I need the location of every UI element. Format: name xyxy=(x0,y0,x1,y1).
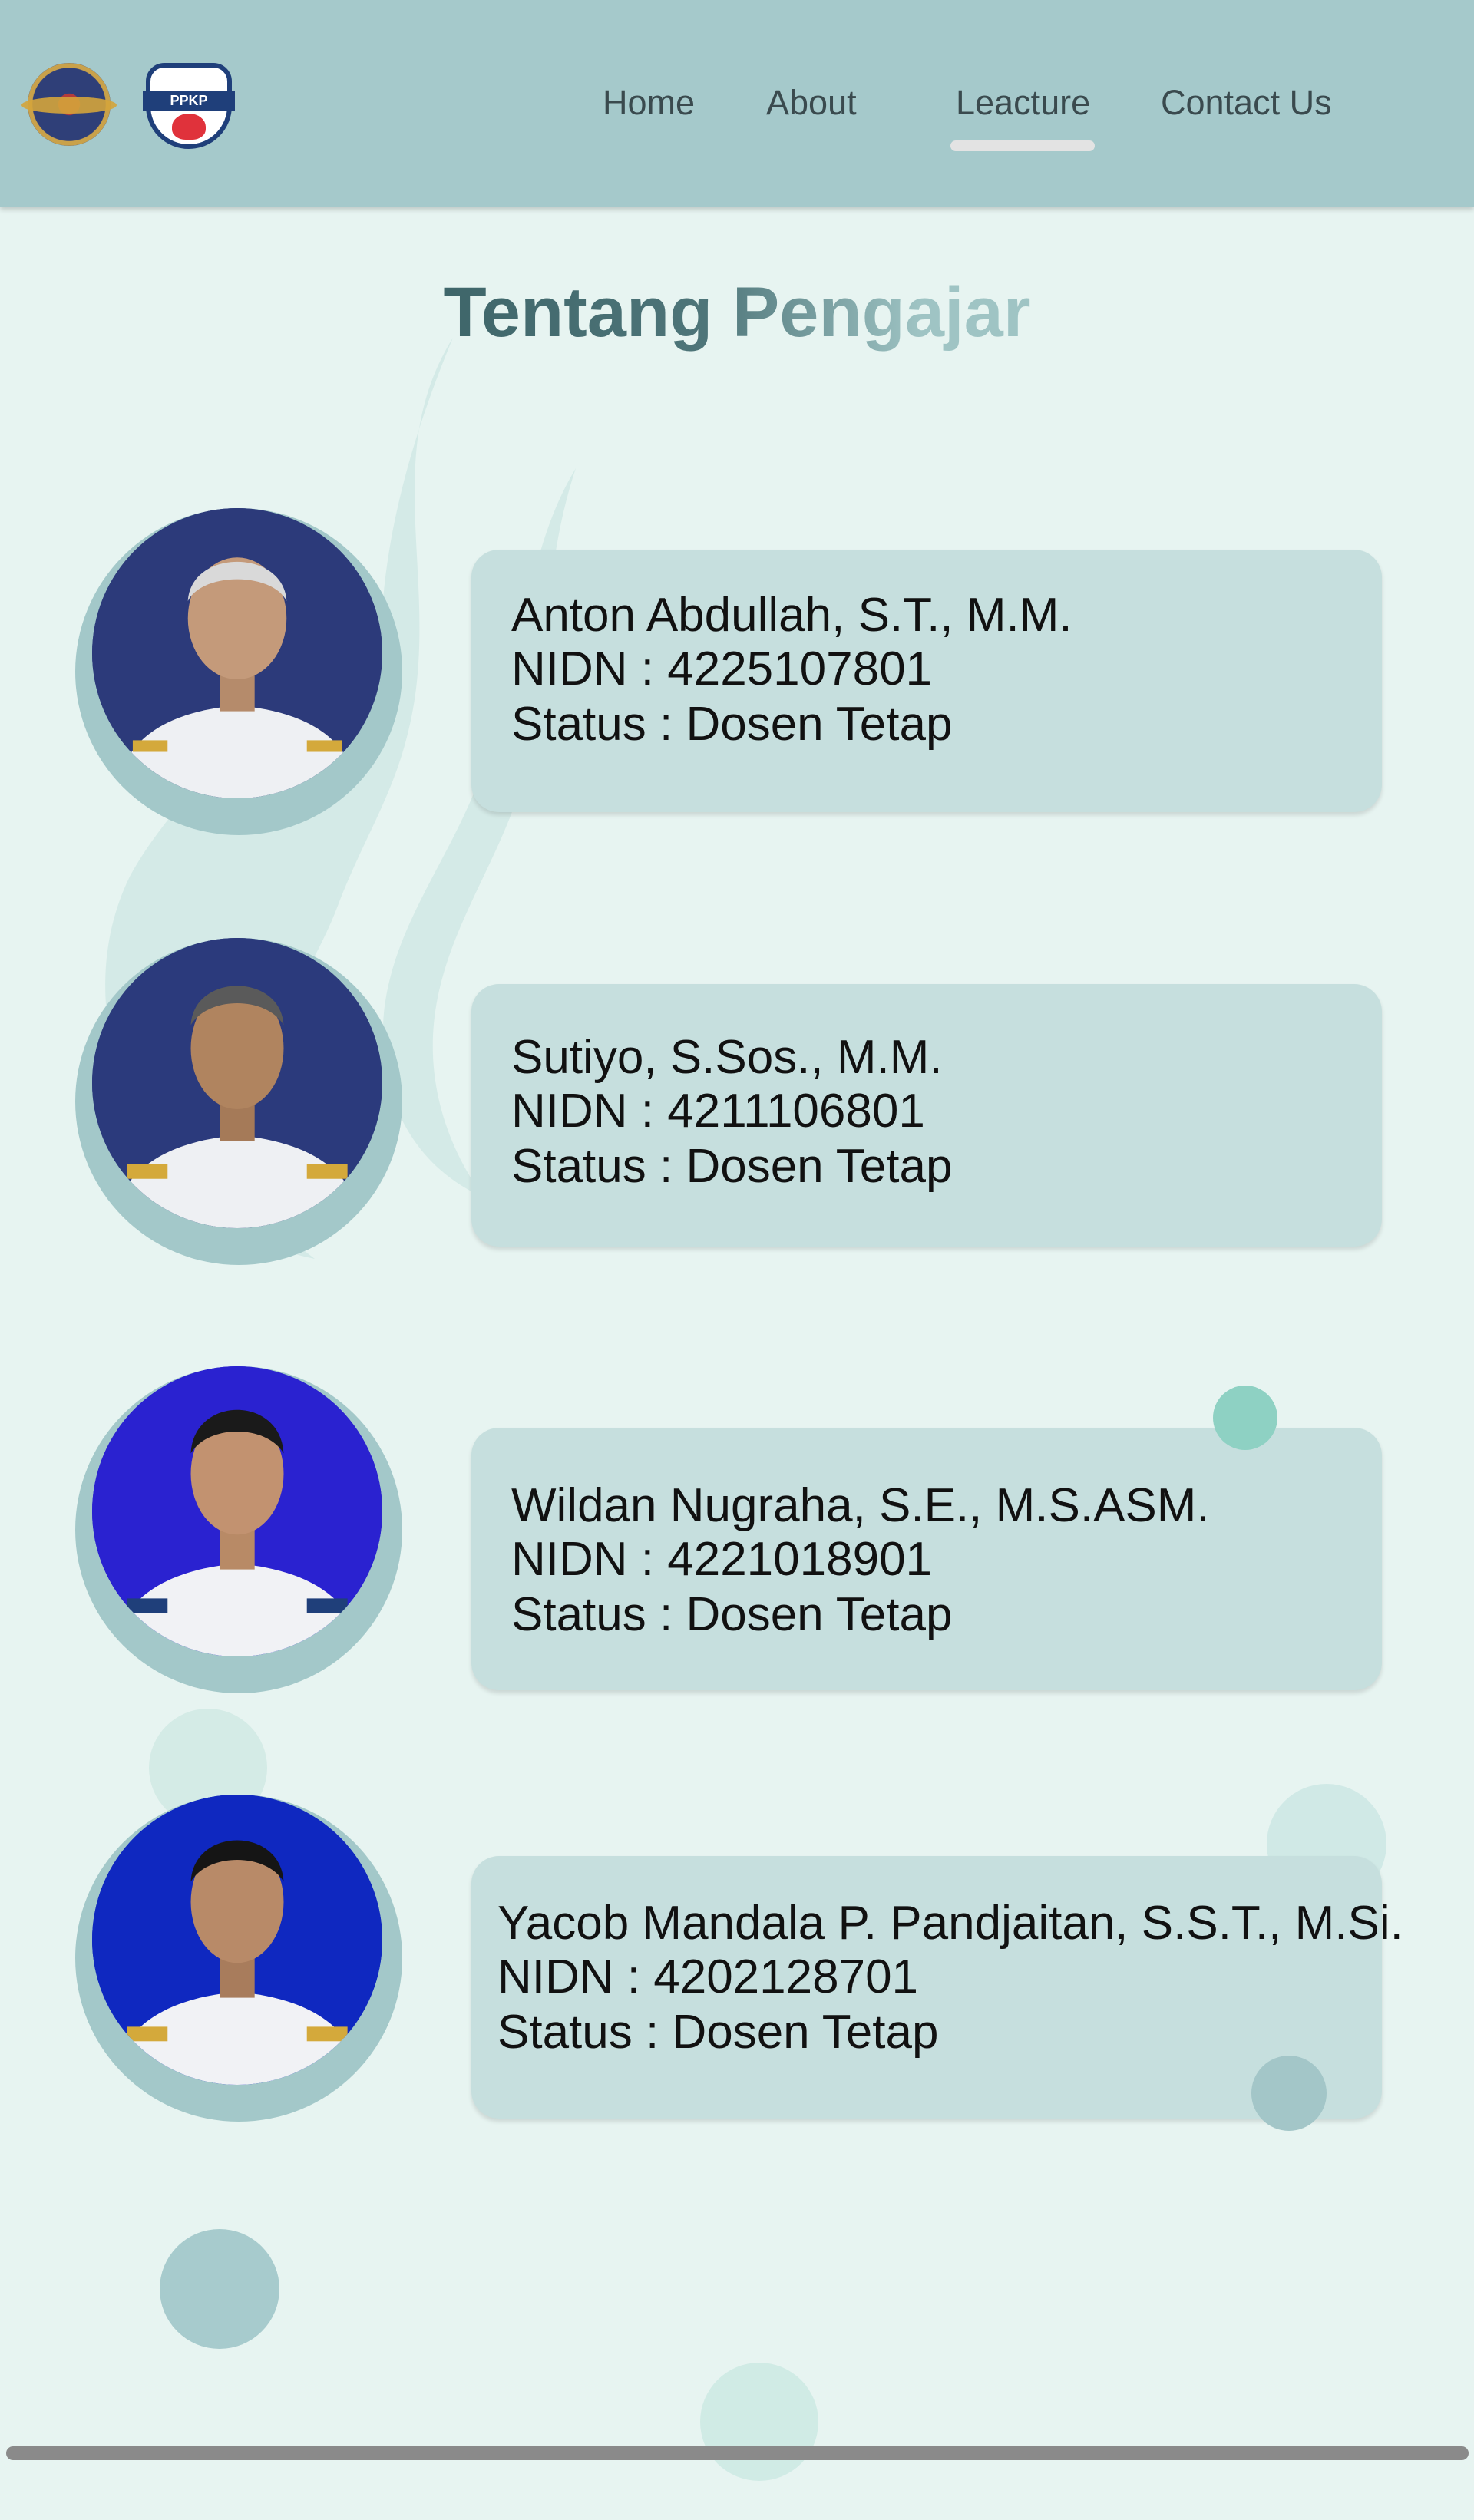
nav-contact-link[interactable]: Contact Us xyxy=(1161,83,1332,123)
lecturer-photo[interactable] xyxy=(92,508,382,798)
decorative-bubble xyxy=(1213,1386,1277,1450)
lecturer-info-card: Wildan Nugraha, S.E., M.S.ASM. NIDN : 42… xyxy=(471,1428,1382,1690)
person-avatar-icon xyxy=(92,938,382,1228)
lecturer-info-card: Sutiyo, S.Sos., M.M. NIDN : 4211106801 S… xyxy=(471,984,1382,1247)
lecturer-nidn: NIDN : 4225107801 xyxy=(511,642,933,695)
emblem-wing-icon xyxy=(21,97,117,114)
lecturer-nidn: NIDN : 4211106801 xyxy=(511,1085,925,1138)
lecturer-nidn: NIDN : 4202128701 xyxy=(497,1950,919,2003)
lecturer-status: Status : Dosen Tetap xyxy=(511,698,953,751)
decorative-bubble xyxy=(700,2363,818,2481)
person-avatar-icon xyxy=(92,1366,382,1656)
decorative-bubble xyxy=(1251,2056,1327,2131)
person-avatar-icon xyxy=(92,1795,382,2085)
decorative-bubble xyxy=(160,2229,279,2349)
page-title: Tentang Pengajar xyxy=(430,272,1044,353)
flame-icon xyxy=(172,114,206,140)
person-avatar-icon xyxy=(92,508,382,798)
lecturer-name: Wildan Nugraha, S.E., M.S.ASM. xyxy=(511,1479,1210,1532)
lecturer-info-card: Yacob Mandala P. Pandjaitan, S.S.T., M.S… xyxy=(471,1856,1403,2119)
lecturer-info-card: Anton Abdullah, S.T., M.M. NIDN : 422510… xyxy=(471,550,1382,812)
nav-about-link[interactable]: About xyxy=(766,83,857,123)
top-navbar: PPKP Home About Leacture Contact Us xyxy=(0,0,1474,207)
lecturer-nidn: NIDN : 4221018901 xyxy=(511,1533,933,1586)
avatar-ring xyxy=(75,1366,402,1693)
lecturer-name: Yacob Mandala P. Pandjaitan, S.S.T., M.S… xyxy=(497,1897,1403,1950)
nav-home-link[interactable]: Home xyxy=(603,83,695,123)
avatar-ring xyxy=(75,938,402,1265)
lecturer-status: Status : Dosen Tetap xyxy=(511,1588,953,1641)
ppkp-logo[interactable]: PPKP xyxy=(143,63,235,149)
lecturer-photo[interactable] xyxy=(92,938,382,1228)
lecturer-status: Status : Dosen Tetap xyxy=(511,1140,953,1193)
horizontal-scrollbar[interactable] xyxy=(6,2446,1469,2460)
lecturer-name: Sutiyo, S.Sos., M.M. xyxy=(511,1031,943,1084)
avatar-ring xyxy=(75,508,402,835)
avatar-ring xyxy=(75,1795,402,2122)
lecturer-entry: Anton Abdullah, S.T., M.M. NIDN : 422510… xyxy=(0,508,1474,846)
lecturer-photo[interactable] xyxy=(92,1795,382,2085)
lecturer-name: Anton Abdullah, S.T., M.M. xyxy=(511,589,1072,642)
page-title-container: Tentang Pengajar xyxy=(430,272,1044,365)
ppkp-logo-text: PPKP xyxy=(143,91,235,111)
active-nav-indicator xyxy=(950,140,1095,151)
lecturer-entry: Sutiyo, S.Sos., M.M. NIDN : 4211106801 S… xyxy=(0,938,1474,1276)
institution-emblem-logo[interactable] xyxy=(21,63,117,146)
lecturer-photo[interactable] xyxy=(92,1366,382,1656)
nav-lecture-link[interactable]: Leacture xyxy=(956,83,1090,123)
lecturer-status: Status : Dosen Tetap xyxy=(497,2006,939,2059)
